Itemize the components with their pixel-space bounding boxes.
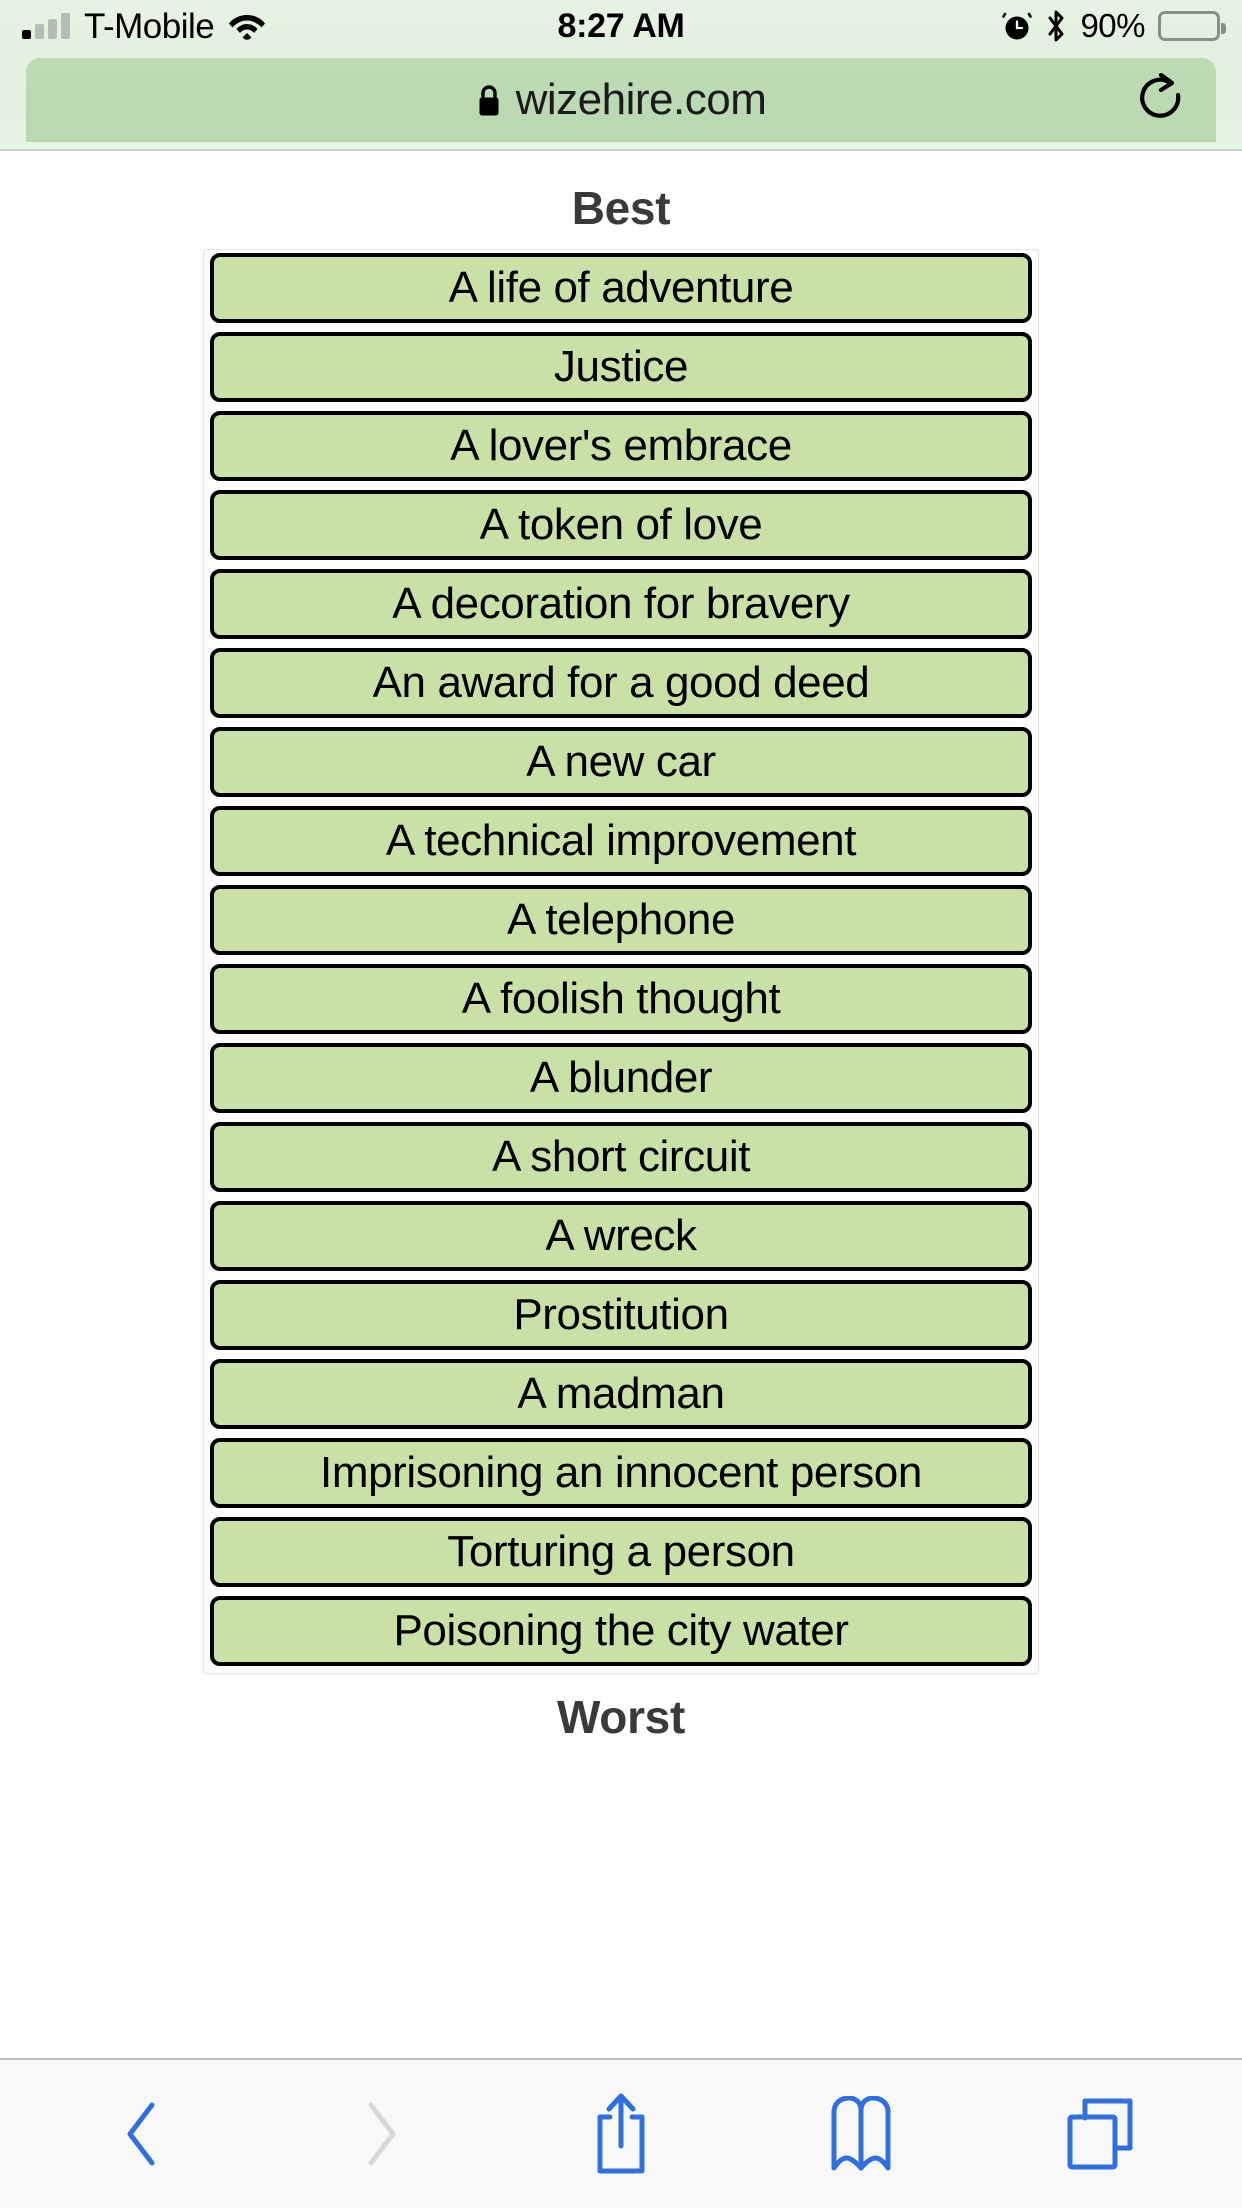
rank-item[interactable]: A wreck (210, 1201, 1032, 1271)
browser-toolbar: wizehire.com (0, 52, 1242, 151)
browser-bottom-toolbar (0, 2058, 1242, 2208)
alarm-icon (1002, 10, 1033, 42)
wifi-icon (228, 12, 266, 40)
ranking-list: A life of adventure Justice A lover's embr… (203, 249, 1039, 1674)
rank-item-label: A life of adventure (448, 263, 794, 312)
rank-item-label: An award for a good deed (372, 658, 870, 707)
rank-item-label: Imprisoning an innocent person (320, 1448, 922, 1497)
rank-item-label: A foolish thought (461, 974, 781, 1023)
rank-item-label: Poisoning the city water (393, 1606, 849, 1655)
rank-item-label: A token of love (479, 500, 763, 549)
rank-item[interactable]: Poisoning the city water (210, 1596, 1032, 1666)
address-bar[interactable]: wizehire.com (26, 58, 1216, 142)
battery-icon (1158, 11, 1226, 41)
rank-item[interactable]: Torturing a person (210, 1517, 1032, 1587)
status-bar: T-Mobile 8:27 AM 90% (0, 0, 1242, 52)
rank-item-label: A lover's embrace (450, 421, 792, 470)
rank-item[interactable]: A token of love (210, 490, 1032, 560)
share-button[interactable] (561, 2074, 681, 2194)
carrier-name: T-Mobile (84, 6, 215, 46)
rank-item-label: Torturing a person (447, 1527, 795, 1576)
rank-item[interactable]: A lover's embrace (210, 411, 1032, 481)
rank-item[interactable]: A short circuit (210, 1122, 1032, 1192)
rank-item[interactable]: A madman (210, 1359, 1032, 1429)
rank-item[interactable]: Prostitution (210, 1280, 1032, 1350)
status-bar-left: T-Mobile (22, 9, 266, 44)
rank-item[interactable]: A telephone (210, 885, 1032, 955)
address-bar-content: wizehire.com (476, 75, 767, 125)
worst-label: Worst (557, 1691, 685, 1743)
url-text: wizehire.com (515, 75, 767, 124)
rank-item-label: A wreck (545, 1211, 697, 1260)
rank-item[interactable]: A technical improvement (210, 806, 1032, 876)
rank-item[interactable]: An award for a good deed (210, 648, 1032, 718)
rank-item[interactable]: Justice (210, 332, 1032, 402)
lock-icon (476, 83, 502, 117)
bookmarks-button[interactable] (801, 2074, 921, 2194)
rank-item[interactable]: A new car (210, 727, 1032, 797)
bluetooth-icon (1045, 10, 1067, 42)
tabs-button[interactable] (1040, 2074, 1160, 2194)
reload-icon[interactable] (1136, 72, 1186, 127)
back-button[interactable] (82, 2074, 202, 2194)
rank-item-label: A blunder (529, 1053, 713, 1102)
rank-item[interactable]: A blunder (210, 1043, 1032, 1113)
rank-item-label: A telephone (506, 895, 736, 944)
rank-item-label: Justice (553, 342, 689, 391)
rank-item[interactable]: A life of adventure (210, 253, 1032, 323)
rank-item[interactable]: A foolish thought (210, 964, 1032, 1034)
rank-item-label: A short circuit (491, 1132, 751, 1181)
rank-item[interactable]: Imprisoning an innocent person (210, 1438, 1032, 1508)
battery-percentage: 90% (1080, 7, 1145, 44)
cellular-signal-icon (22, 13, 70, 39)
rank-item-label: A madman (517, 1369, 725, 1418)
rank-item-label: Prostitution (513, 1290, 729, 1339)
best-label: Best (571, 182, 671, 234)
rank-item-label: A new car (526, 737, 716, 786)
page-content: Best A life of adventure Justice A lover's… (0, 153, 1242, 2058)
rank-item-label: A technical improvement (385, 816, 857, 865)
rank-item[interactable]: A decoration for bravery (210, 569, 1032, 639)
rank-item-label: A decoration for bravery (392, 579, 850, 628)
forward-button[interactable] (321, 2074, 441, 2194)
status-bar-right: 90% (1002, 7, 1226, 45)
